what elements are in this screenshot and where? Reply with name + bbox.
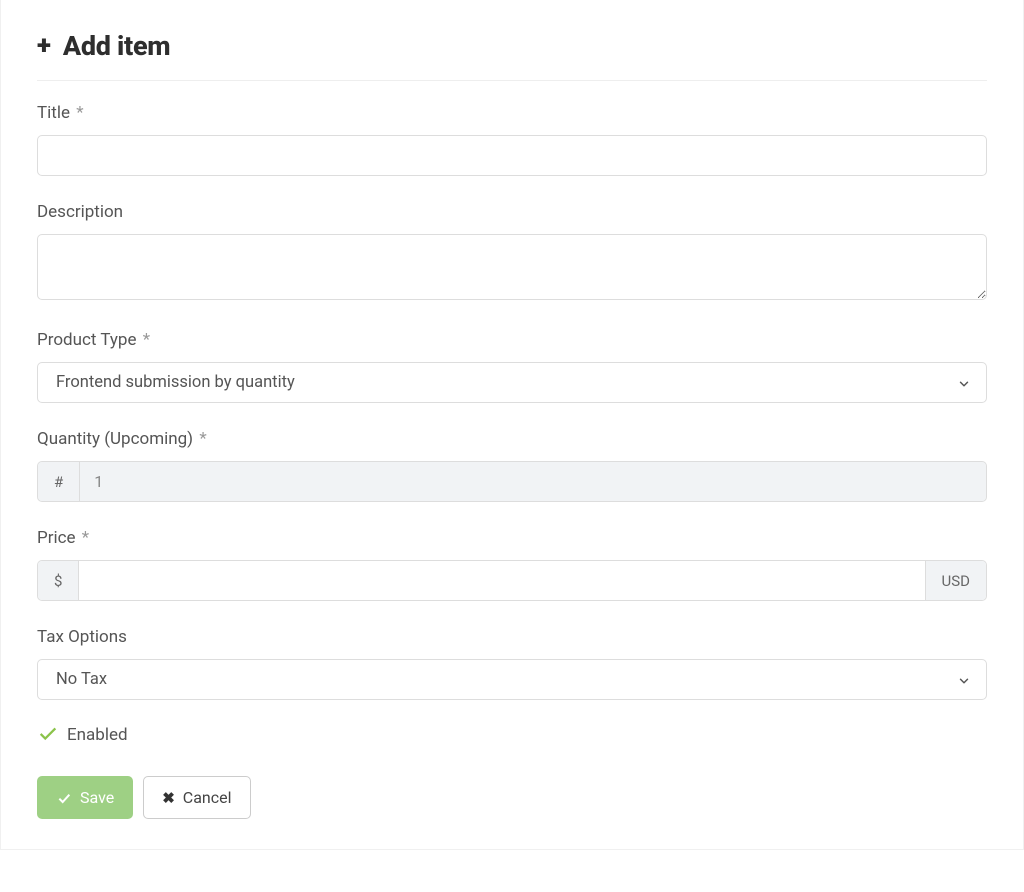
description-group: Description xyxy=(37,202,987,304)
description-label: Description xyxy=(37,202,987,222)
close-icon: ✖ xyxy=(162,789,175,807)
required-indicator: * xyxy=(76,103,83,123)
product-type-select[interactable]: Frontend submission by quantity xyxy=(37,362,987,403)
tax-options-select-wrap: No Tax xyxy=(37,659,987,700)
product-type-select-wrap: Frontend submission by quantity xyxy=(37,362,987,403)
title-group: Title * xyxy=(37,103,987,176)
required-indicator: * xyxy=(199,429,206,449)
quantity-label-text: Quantity (Upcoming) xyxy=(37,429,193,449)
title-input[interactable] xyxy=(37,135,987,176)
title-label: Title * xyxy=(37,103,987,123)
product-type-label-text: Product Type xyxy=(37,330,136,350)
currency-suffix: USD xyxy=(925,561,986,600)
quantity-group: Quantity (Upcoming) * # xyxy=(37,429,987,502)
check-icon xyxy=(37,722,59,748)
cancel-button[interactable]: ✖ Cancel xyxy=(143,776,250,819)
price-group: Price * $ USD xyxy=(37,528,987,601)
required-indicator: * xyxy=(82,528,89,548)
price-input[interactable] xyxy=(79,561,924,600)
quantity-label: Quantity (Upcoming) * xyxy=(37,429,987,449)
product-type-label: Product Type * xyxy=(37,330,987,350)
save-button[interactable]: Save xyxy=(37,776,133,819)
enabled-label: Enabled xyxy=(67,725,128,745)
cancel-button-label: Cancel xyxy=(183,788,232,807)
price-input-group: $ USD xyxy=(37,560,987,601)
hash-icon: # xyxy=(38,462,80,501)
save-button-label: Save xyxy=(80,788,114,807)
quantity-input xyxy=(80,462,986,501)
title-label-text: Title xyxy=(37,103,70,123)
description-input[interactable] xyxy=(37,234,987,300)
dollar-icon: $ xyxy=(38,561,79,600)
page-header: + Add item xyxy=(37,30,987,81)
price-label-text: Price xyxy=(37,528,76,548)
enabled-checkbox[interactable]: Enabled xyxy=(37,722,987,748)
tax-options-label: Tax Options xyxy=(37,627,987,647)
price-label: Price * xyxy=(37,528,987,548)
required-indicator: * xyxy=(143,330,150,350)
check-icon xyxy=(56,790,72,806)
button-row: Save ✖ Cancel xyxy=(37,776,987,819)
product-type-group: Product Type * Frontend submission by qu… xyxy=(37,330,987,403)
add-item-form: + Add item Title * Description Product T… xyxy=(0,0,1024,850)
page-title: Add item xyxy=(63,30,170,62)
tax-options-group: Tax Options No Tax xyxy=(37,627,987,700)
plus-icon: + xyxy=(37,31,51,61)
quantity-input-group: # xyxy=(37,461,987,502)
tax-options-select[interactable]: No Tax xyxy=(37,659,987,700)
